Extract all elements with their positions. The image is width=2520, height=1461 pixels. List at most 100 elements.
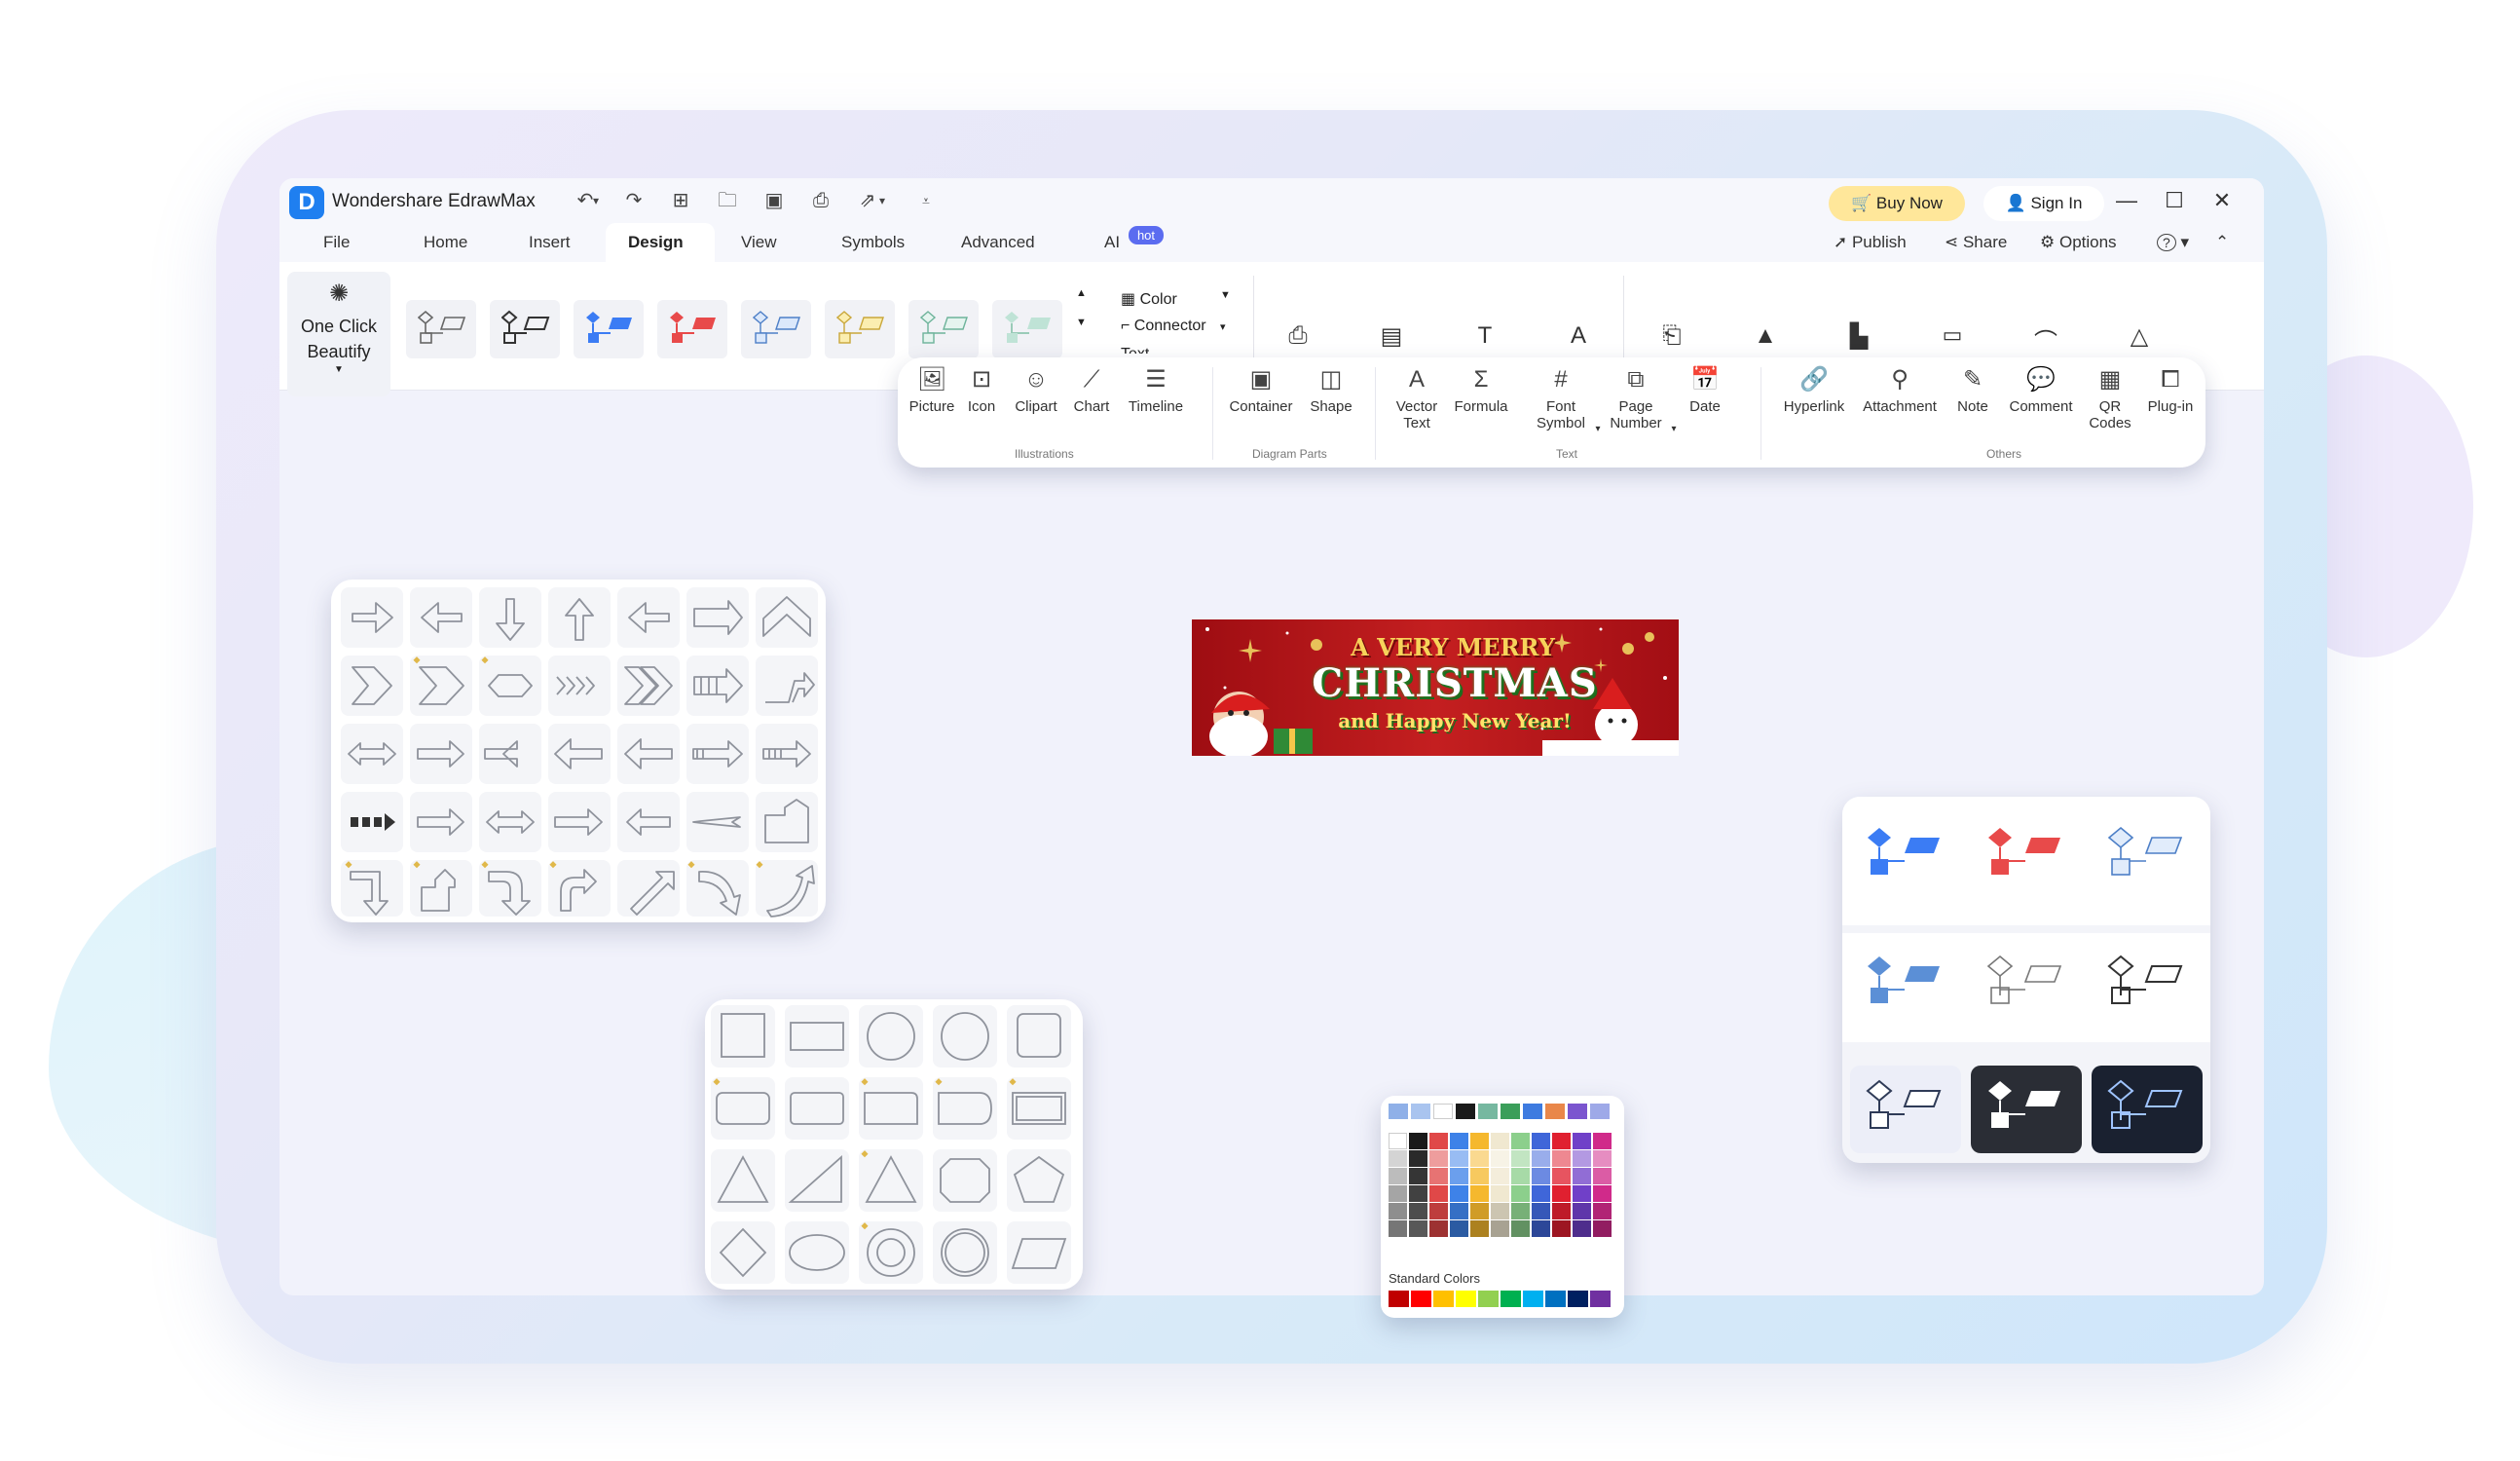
color-dropdown-icon[interactable]: ▼ [1220,289,1231,301]
themes-scroll-down-icon[interactable]: ▼ [1076,317,1087,328]
tab-ai[interactable]: AI [1104,233,1120,252]
theme-color-shade-swatch[interactable] [1470,1220,1489,1237]
theme-color-shade-swatch[interactable] [1470,1150,1489,1167]
connector-button[interactable]: ⌐ Connector [1121,318,1206,335]
theme-color-shade-swatch[interactable] [1593,1203,1612,1219]
theme-style-7[interactable] [908,300,979,358]
page-number-dropdown-icon[interactable]: ▾ [1667,424,1681,434]
theme-color-swatch[interactable] [1470,1133,1489,1149]
share-button[interactable]: ⋖ Share [1945,233,2007,252]
theme-color-shade-swatch[interactable] [1552,1185,1571,1202]
theme-style-3[interactable] [574,300,644,358]
font-symbol-dropdown-icon[interactable]: ▾ [1591,424,1605,434]
open-folder-icon[interactable]: 🗀 [714,187,741,214]
theme-color-shade-swatch[interactable] [1511,1185,1530,1202]
recent-color-swatch[interactable] [1501,1104,1520,1119]
theme-color-shade-swatch[interactable] [1491,1203,1509,1219]
text-style-icon[interactable]: T [1469,322,1501,354]
theme-card-lightblue[interactable] [2092,812,2203,900]
theme-color-shade-swatch[interactable] [1573,1168,1591,1184]
clipart-button[interactable]: ☺ Clipart [1009,365,1063,415]
theme-color-shade-swatch[interactable] [1429,1220,1448,1237]
picture-button[interactable]: 🖼 Picture [908,365,956,415]
theme-card-blue[interactable] [1850,812,1961,900]
standard-color-swatch[interactable] [1590,1291,1611,1307]
theme-card-gray-outline[interactable] [1971,941,2082,1029]
themes-scroll-up-icon[interactable]: ▲ [1076,287,1087,299]
tab-home[interactable]: Home [424,233,467,252]
recent-color-swatch[interactable] [1568,1104,1587,1119]
standard-color-swatch[interactable] [1523,1291,1543,1307]
recent-color-swatch[interactable] [1411,1104,1430,1119]
save-icon[interactable]: ▣ [760,187,788,214]
hyperlink-button[interactable]: 🔗 Hyperlink [1780,365,1848,415]
recent-color-swatch[interactable] [1478,1104,1498,1119]
note-button[interactable]: ✎ Note [1951,365,1994,415]
theme-card-dark[interactable] [1971,1066,2082,1153]
theme-color-shade-swatch[interactable] [1429,1168,1448,1184]
theme-color-shade-swatch[interactable] [1450,1203,1468,1219]
theme-card-red[interactable] [1971,812,2082,900]
theme-color-shade-swatch[interactable] [1593,1168,1612,1184]
theme-style-1[interactable] [406,300,476,358]
christmas-banner-image[interactable]: A VERY MERRY CHRISTMAS and Happy New Yea… [1192,619,1679,756]
print-icon[interactable]: ⎙ [807,187,834,214]
shape-button[interactable]: ◫ Shape [1307,365,1355,415]
standard-color-swatch[interactable] [1433,1291,1454,1307]
connector-dropdown-icon[interactable]: ▾ [1220,320,1226,333]
jump-style-icon[interactable]: ⌒ [2030,322,2061,356]
theme-color-shade-swatch[interactable] [1409,1203,1427,1219]
theme-color-shade-swatch[interactable] [1389,1203,1407,1219]
theme-color-swatch[interactable] [1450,1133,1468,1149]
theme-color-swatch[interactable] [1511,1133,1530,1149]
recent-color-swatch[interactable] [1433,1104,1453,1119]
export-dropdown-icon[interactable]: ▾ [875,187,889,214]
theme-color-shade-swatch[interactable] [1532,1203,1550,1219]
theme-color-swatch[interactable] [1532,1133,1550,1149]
theme-color-swatch[interactable] [1389,1133,1407,1149]
one-click-beautify-button[interactable]: ✺ One Click Beautify ▼ [287,272,390,396]
theme-color-shade-swatch[interactable] [1593,1220,1612,1237]
theme-color-shade-swatch[interactable] [1429,1203,1448,1219]
theme-style-5[interactable] [741,300,811,358]
customize-toolbar-icon[interactable]: ⩡ [912,187,940,214]
standard-color-swatch[interactable] [1389,1291,1409,1307]
theme-color-shade-swatch[interactable] [1593,1185,1612,1202]
theme-color-shade-swatch[interactable] [1450,1150,1468,1167]
timeline-button[interactable]: ☰ Timeline [1126,365,1186,415]
standard-color-swatch[interactable] [1545,1291,1566,1307]
recent-color-swatch[interactable] [1590,1104,1610,1119]
theme-style-8[interactable] [992,300,1062,358]
theme-color-shade-swatch[interactable] [1532,1168,1550,1184]
theme-card-navy-outline[interactable] [1850,1066,1961,1153]
theme-color-shade-swatch[interactable] [1389,1185,1407,1202]
plugin-button[interactable]: ⧠ Plug-in [2142,365,2199,415]
theme-style-6[interactable] [825,300,895,358]
theme-color-shade-swatch[interactable] [1470,1168,1489,1184]
theme-color-shade-swatch[interactable] [1389,1168,1407,1184]
standard-color-swatch[interactable] [1568,1291,1588,1307]
theme-color-shade-swatch[interactable] [1429,1150,1448,1167]
formula-button[interactable]: Σ Formula [1451,365,1511,415]
chart-button[interactable]: ⟋ Chart [1069,365,1114,415]
theme-color-shade-swatch[interactable] [1552,1220,1571,1237]
theme-color-shade-swatch[interactable] [1511,1220,1530,1237]
theme-color-shade-swatch[interactable] [1573,1220,1591,1237]
recent-color-swatch[interactable] [1389,1104,1408,1119]
vector-text-button[interactable]: A Vector Text [1392,365,1441,431]
theme-color-shade-swatch[interactable] [1573,1150,1591,1167]
theme-color-shade-swatch[interactable] [1409,1168,1427,1184]
theme-style-4[interactable] [657,300,727,358]
background-color-icon[interactable]: ⎙ [1282,322,1314,354]
theme-color-shade-swatch[interactable] [1429,1185,1448,1202]
tab-view[interactable]: View [741,233,777,252]
maximize-icon[interactable]: ☐ [2158,186,2191,215]
a4-icon[interactable]: ▭ [1937,322,1968,354]
theme-color-shade-swatch[interactable] [1491,1168,1509,1184]
orientation-icon[interactable]: ▲ [1750,322,1781,354]
theme-color-swatch[interactable] [1573,1133,1591,1149]
font-symbol-button[interactable]: # Font Symbol [1533,365,1589,431]
redo-icon[interactable]: ↷ [620,187,648,214]
background-picture-icon[interactable]: ▤ [1376,322,1407,354]
theme-color-shade-swatch[interactable] [1389,1150,1407,1167]
